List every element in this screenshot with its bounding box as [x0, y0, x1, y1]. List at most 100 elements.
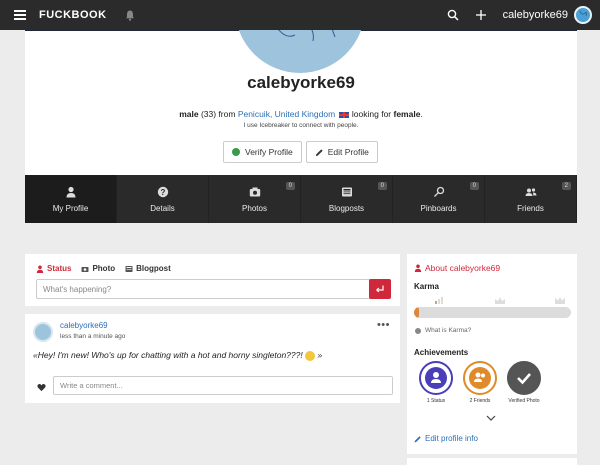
- icebreaker-text: I use Icebreaker to connect with people.: [243, 122, 359, 129]
- count-badge: 2: [561, 182, 571, 190]
- composer-tab-label: Photo: [92, 264, 116, 273]
- check-icon: [232, 148, 240, 156]
- from-label: from: [218, 109, 236, 119]
- camera-icon: [249, 186, 261, 198]
- karma-progress-bar: [414, 307, 571, 318]
- composer-tab-label: Status: [47, 264, 72, 273]
- heart-icon[interactable]: [37, 383, 46, 392]
- karma-label: Karma: [414, 282, 439, 291]
- composer-tab-label: Blogpost: [136, 264, 171, 273]
- profile-name: calebyorke69: [247, 73, 355, 92]
- what-is-karma-link[interactable]: What is Karma?: [415, 327, 471, 334]
- search-icon[interactable]: [445, 7, 461, 23]
- tab-label: Photos: [242, 203, 267, 213]
- edit-profile-button[interactable]: Edit Profile: [305, 141, 378, 163]
- tab-photos[interactable]: 0 Photos: [209, 175, 301, 223]
- tab-label: Blogposts: [328, 203, 365, 213]
- question-icon: ?: [157, 186, 169, 198]
- count-badge: 0: [285, 182, 295, 190]
- status-post: calebyorke69 less than a minute ago ••• …: [25, 314, 400, 403]
- post-body: «Hey! I'm new! Who's up for chatting wit…: [33, 350, 303, 360]
- karma-level-icons: [435, 295, 565, 304]
- friends-achievement-icon: [469, 367, 491, 389]
- tab-label: Pinboards: [420, 203, 457, 213]
- composer-tab-photo[interactable]: Photo: [81, 264, 115, 273]
- achievement-verified-photo[interactable]: Verified Photo: [505, 361, 543, 404]
- achievement-badge: [507, 361, 541, 395]
- edit-profile-info-link[interactable]: Edit profile info: [414, 434, 478, 443]
- uk-flag-icon: [338, 111, 349, 118]
- edit-info-text: Edit profile info: [425, 434, 478, 443]
- status-achievement-icon: [425, 367, 447, 389]
- check-icon: [517, 373, 531, 385]
- achievement-label: Verified Photo: [508, 398, 540, 404]
- count-badge: 0: [377, 182, 387, 190]
- composer-tab-blogpost[interactable]: Blogpost: [125, 264, 171, 273]
- site-logo[interactable]: FUCKBOOK: [39, 9, 107, 21]
- comment-input-wrapper: [53, 376, 393, 395]
- profile-gender: male: [179, 109, 199, 119]
- karma-level-2-icon: [495, 295, 505, 304]
- profile-header: calebyorke69 male (33) from Penicuik, Un…: [25, 0, 577, 175]
- enter-icon: [375, 285, 384, 293]
- location-link[interactable]: Penicuik, United Kingdom: [238, 109, 335, 119]
- post-status-button[interactable]: [369, 279, 391, 299]
- tab-friends[interactable]: 2 Friends: [485, 175, 577, 223]
- sidebar-card-bottom: [407, 458, 577, 465]
- profile-tabs: My Profile ? Details 0 Photos 0 Blogpost…: [25, 175, 577, 223]
- tab-label: Friends: [517, 203, 544, 213]
- status-input[interactable]: [37, 280, 357, 298]
- status-input-wrapper: [36, 279, 389, 299]
- verify-profile-button[interactable]: Verify Profile: [223, 141, 302, 163]
- count-badge: 0: [469, 182, 479, 190]
- post-body-end: »: [317, 350, 323, 360]
- chevron-down-icon[interactable]: [486, 413, 496, 423]
- post-text: «Hey! I'm new! Who's up for chatting wit…: [33, 350, 322, 361]
- newspaper-icon: [341, 186, 353, 198]
- user-icon: [36, 265, 44, 273]
- status-composer: Status Photo Blogpost: [25, 254, 400, 306]
- user-icon: [414, 264, 422, 272]
- looking-label: looking for: [351, 109, 392, 119]
- achievement-label: 1 Status: [426, 398, 446, 404]
- profile-summary: male (33) from Penicuik, United Kingdom …: [179, 109, 423, 119]
- achievement-friends[interactable]: 2 Friends: [461, 361, 499, 404]
- info-icon: [415, 327, 421, 334]
- composer-tab-status[interactable]: Status: [36, 264, 71, 273]
- tab-my-profile[interactable]: My Profile: [25, 175, 117, 223]
- top-navbar: FUCKBOOK calebyorke69: [0, 0, 600, 30]
- avatar[interactable]: [574, 6, 592, 24]
- karma-progress-fill: [414, 307, 419, 318]
- camera-icon: [81, 266, 89, 272]
- looking-for: female: [393, 109, 421, 119]
- karma-link-text: What is Karma?: [425, 327, 472, 334]
- about-panel: About calebyorke69 Karma What is Karma? …: [407, 254, 577, 454]
- tab-label: Details: [150, 203, 175, 213]
- post-author-link[interactable]: calebyorke69: [60, 321, 108, 330]
- edit-label: Edit Profile: [327, 147, 369, 157]
- bell-icon[interactable]: [125, 10, 135, 21]
- svg-text:?: ?: [160, 188, 165, 197]
- menu-icon[interactable]: [14, 10, 26, 20]
- verify-label: Verify Profile: [245, 147, 293, 157]
- newspaper-icon: [125, 265, 133, 272]
- avatar[interactable]: [33, 322, 53, 342]
- username-link[interactable]: calebyorke69: [503, 9, 568, 21]
- wink-emoji-icon: [305, 350, 316, 361]
- plus-icon[interactable]: [473, 7, 489, 23]
- user-icon: [65, 186, 77, 198]
- karma-level-3-icon: [555, 295, 565, 304]
- comment-input[interactable]: [54, 377, 392, 394]
- friends-icon: [525, 186, 537, 198]
- achievement-label: 2 Friends: [469, 398, 491, 404]
- tab-details[interactable]: ? Details: [117, 175, 209, 223]
- pin-icon: [433, 186, 445, 198]
- achievement-status[interactable]: 1 Status: [417, 361, 455, 404]
- karma-level-1-icon: [435, 295, 445, 304]
- profile-age: (33): [200, 109, 217, 119]
- more-options-icon[interactable]: •••: [377, 319, 390, 331]
- post-timestamp: less than a minute ago: [60, 333, 126, 340]
- achievements-label: Achievements: [414, 348, 469, 357]
- tab-pinboards[interactable]: 0 Pinboards: [393, 175, 485, 223]
- tab-blogposts[interactable]: 0 Blogposts: [301, 175, 393, 223]
